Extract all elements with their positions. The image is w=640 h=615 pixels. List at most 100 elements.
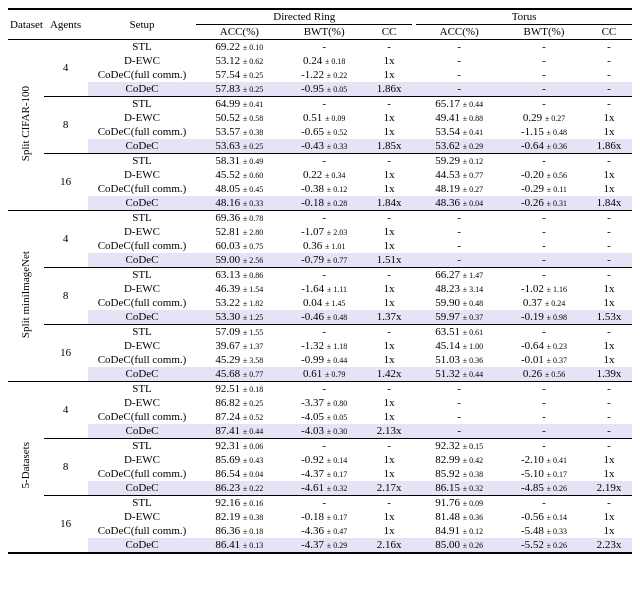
results-table: Dataset Agents Setup Directed Ring Torus…: [8, 8, 632, 554]
table-row: CoDeC(full comm.)53.57 ± 0.38-0.65 ± 0.5…: [8, 125, 632, 139]
metric-value: -: [502, 154, 586, 169]
metric-value: -: [502, 396, 586, 410]
metric-value: 45.52 ± 0.60: [196, 168, 282, 182]
metric-value: 1x: [586, 510, 632, 524]
metric-value: -0.95 ± 0.05: [282, 82, 366, 97]
metric-value: 1.86x: [366, 82, 412, 97]
table-row: CoDeC(full comm.)86.54 ± 0.04-4.37 ± 0.1…: [8, 467, 632, 481]
metric-value: -: [586, 68, 632, 82]
metric-value: 86.36 ± 0.18: [196, 524, 282, 538]
metric-value: -: [366, 154, 412, 169]
setup-label: CoDeC: [88, 139, 197, 154]
dataset-label: Split CIFAR-100: [8, 40, 44, 211]
metric-value: 86.23 ± 0.22: [196, 481, 282, 496]
metric-value: 1x: [586, 453, 632, 467]
metric-value: -5.48 ± 0.33: [502, 524, 586, 538]
metric-value: 1x: [586, 125, 632, 139]
table-row: 8STL63.13 ± 0.86--66.27 ± 1.47--: [8, 268, 632, 283]
metric-value: -: [366, 211, 412, 226]
metric-value: -: [586, 54, 632, 68]
metric-value: 1x: [366, 510, 412, 524]
metric-value: -: [416, 54, 502, 68]
agents-value: 8: [44, 97, 88, 154]
metric-value: 39.67 ± 1.37: [196, 339, 282, 353]
setup-label: CoDeC: [88, 310, 197, 325]
metric-value: 91.76 ± 0.09: [416, 496, 502, 511]
metric-value: 45.29 ± 3.58: [196, 353, 282, 367]
metric-value: 1.84x: [586, 196, 632, 211]
setup-label: STL: [88, 154, 197, 169]
table-row: CoDeC(full comm.)86.36 ± 0.18-4.36 ± 0.4…: [8, 524, 632, 538]
metric-value: 92.16 ± 0.16: [196, 496, 282, 511]
metric-value: 53.30 ± 1.25: [196, 310, 282, 325]
setup-label: D-EWC: [88, 168, 197, 182]
metric-value: 1x: [366, 524, 412, 538]
metric-value: 53.22 ± 1.82: [196, 296, 282, 310]
metric-value: 1x: [366, 410, 412, 424]
metric-value: -: [586, 382, 632, 397]
metric-value: -: [502, 225, 586, 239]
table-row: D-EWC39.67 ± 1.37-1.32 ± 1.181x45.14 ± 1…: [8, 339, 632, 353]
metric-value: 85.00 ± 0.26: [416, 538, 502, 553]
metric-value: 1x: [366, 296, 412, 310]
metric-value: -: [416, 410, 502, 424]
metric-value: 86.54 ± 0.04: [196, 467, 282, 481]
metric-value: 48.23 ± 3.14: [416, 282, 502, 296]
metric-value: 1x: [366, 282, 412, 296]
table-row: D-EWC50.52 ± 0.580.51 ± 0.091x49.41 ± 0.…: [8, 111, 632, 125]
setup-label: STL: [88, 97, 197, 112]
metric-value: 1x: [586, 353, 632, 367]
metric-value: 1x: [586, 282, 632, 296]
metric-value: -0.18 ± 0.28: [282, 196, 366, 211]
table-row: CoDeC45.68 ± 0.770.61 ± 0.791.42x51.32 ±…: [8, 367, 632, 382]
metric-value: -: [416, 211, 502, 226]
metric-value: -2.10 ± 0.41: [502, 453, 586, 467]
dataset-label: 5-Datasets: [8, 382, 44, 554]
metric-value: 1x: [586, 524, 632, 538]
setup-label: CoDeC(full comm.): [88, 353, 197, 367]
header-t-cc: CC: [586, 25, 632, 40]
metric-value: 63.51 ± 0.61: [416, 325, 502, 340]
header-dr-acc: ACC(%): [196, 25, 282, 40]
agents-value: 4: [44, 211, 88, 268]
metric-value: 59.00 ± 2.56: [196, 253, 282, 268]
metric-value: 81.48 ± 0.36: [416, 510, 502, 524]
metric-value: -: [502, 382, 586, 397]
table-row: CoDeC87.41 ± 0.44-4.03 ± 0.302.13x---: [8, 424, 632, 439]
metric-value: -: [502, 211, 586, 226]
agents-value: 8: [44, 439, 88, 496]
setup-label: D-EWC: [88, 225, 197, 239]
header-dr-bwt: BWT(%): [282, 25, 366, 40]
metric-value: -1.32 ± 1.18: [282, 339, 366, 353]
metric-value: 69.22 ± 0.10: [196, 40, 282, 55]
metric-value: 0.61 ± 0.79: [282, 367, 366, 382]
metric-value: 59.97 ± 0.37: [416, 310, 502, 325]
table-row: D-EWC82.19 ± 0.38-0.18 ± 0.171x81.48 ± 0…: [8, 510, 632, 524]
metric-value: 92.31 ± 0.06: [196, 439, 282, 454]
metric-value: -: [282, 154, 366, 169]
metric-value: 46.39 ± 1.54: [196, 282, 282, 296]
metric-value: 82.19 ± 0.38: [196, 510, 282, 524]
setup-label: D-EWC: [88, 453, 197, 467]
metric-value: -: [502, 54, 586, 68]
table-row: 16STL57.09 ± 1.55--63.51 ± 0.61--: [8, 325, 632, 340]
table-row: D-EWC85.69 ± 0.43-0.92 ± 0.141x82.99 ± 0…: [8, 453, 632, 467]
metric-value: 85.92 ± 0.38: [416, 467, 502, 481]
header-setup: Setup: [88, 9, 197, 40]
metric-value: -: [416, 424, 502, 439]
table-row: CoDeC(full comm.)53.22 ± 1.820.04 ± 1.45…: [8, 296, 632, 310]
setup-label: STL: [88, 211, 197, 226]
metric-value: 65.17 ± 0.44: [416, 97, 502, 112]
metric-value: -: [416, 82, 502, 97]
table-row: 8STL92.31 ± 0.06--92.32 ± 0.15--: [8, 439, 632, 454]
setup-label: STL: [88, 382, 197, 397]
table-row: Split CIFAR-1004STL69.22 ± 0.10-----: [8, 40, 632, 55]
metric-value: 86.41 ± 0.13: [196, 538, 282, 553]
metric-value: -0.38 ± 0.12: [282, 182, 366, 196]
setup-label: D-EWC: [88, 510, 197, 524]
metric-value: -: [366, 268, 412, 283]
metric-value: -1.22 ± 0.22: [282, 68, 366, 82]
metric-value: -0.18 ± 0.17: [282, 510, 366, 524]
metric-value: 0.04 ± 1.45: [282, 296, 366, 310]
metric-value: 1x: [586, 111, 632, 125]
